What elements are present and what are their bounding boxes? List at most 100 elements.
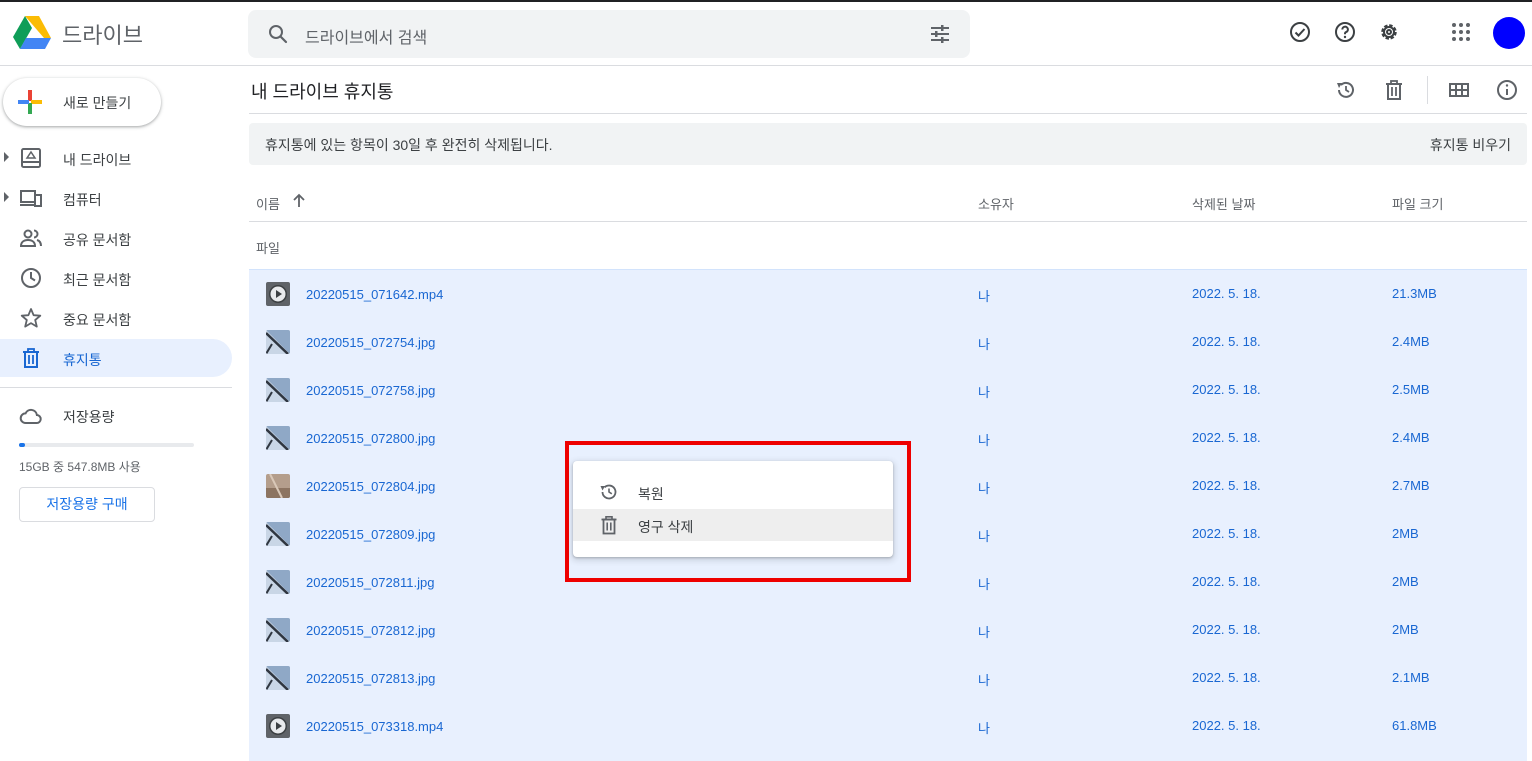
deleted-date-cell: 2022. 5. 18. <box>1192 334 1261 349</box>
account-avatar[interactable] <box>1493 17 1525 49</box>
sidebar-item-starred[interactable]: 중요 문서함 <box>0 299 232 337</box>
file-size-cell: 2MB <box>1392 622 1419 637</box>
column-header-deleted-date[interactable]: 삭제된 날짜 <box>1192 194 1255 213</box>
restore-history-icon[interactable] <box>1335 79 1357 101</box>
settings-gear-icon[interactable] <box>1377 20 1401 44</box>
delete-forever-icon[interactable] <box>1383 79 1405 101</box>
sidebar-item-label: 컴퓨터 <box>63 192 102 208</box>
storage-label[interactable]: 저장용량 <box>63 407 115 427</box>
table-row[interactable]: 20220515_072812.jpg 나 2022. 5. 18. 2MB <box>249 606 1527 654</box>
file-name: 20220515_072813.jpg <box>306 671 436 686</box>
info-icon[interactable] <box>1496 79 1518 101</box>
image-thumbnail-icon[interactable] <box>266 426 290 450</box>
deleted-date-cell: 2022. 5. 18. <box>1192 622 1261 637</box>
deleted-date-cell: 2022. 5. 18. <box>1192 382 1261 397</box>
sidebar-item-recent[interactable]: 최근 문서함 <box>0 259 232 297</box>
video-thumbnail-icon[interactable] <box>266 714 290 738</box>
buy-storage-button[interactable]: 저장용량 구매 <box>19 487 155 522</box>
sidebar-item-shared[interactable]: 공유 문서함 <box>0 219 232 257</box>
app-brand[interactable]: 드라이브 <box>62 18 143 50</box>
expand-arrow-icon[interactable] <box>4 192 9 202</box>
video-thumbnail-icon[interactable] <box>266 282 290 306</box>
owner-cell: 나 <box>978 721 990 736</box>
deleted-date-cell: 2022. 5. 18. <box>1192 286 1261 301</box>
top-bar: 드라이브 드라이브에서 검색 <box>0 2 1532 66</box>
table-row[interactable]: 20220515_072754.jpg 나 2022. 5. 18. 2.4MB <box>249 318 1527 366</box>
image-thumbnail-icon[interactable] <box>266 330 290 354</box>
file-size-cell: 2.4MB <box>1392 334 1430 349</box>
owner-cell: 나 <box>978 481 990 496</box>
sort-ascending-arrow-icon[interactable] <box>290 192 308 210</box>
file-size-cell: 2MB <box>1392 574 1419 589</box>
file-size-cell: 2MB <box>1392 526 1419 541</box>
image-thumbnail-icon[interactable] <box>266 522 290 546</box>
image-thumbnail-icon[interactable] <box>266 618 290 642</box>
apps-grid-icon[interactable] <box>1449 20 1473 44</box>
storage-usage-text: 15GB 중 547.8MB 사용 <box>19 460 141 474</box>
file-name: 20220515_072812.jpg <box>306 623 436 638</box>
section-label-files: 파일 <box>256 241 280 256</box>
column-header-owner[interactable]: 소유자 <box>978 194 1014 213</box>
sidebar-item-label: 중요 문서함 <box>63 312 132 328</box>
new-button[interactable]: 새로 만들기 <box>3 78 161 126</box>
owner-cell: 나 <box>978 673 990 688</box>
sidebar-item-computers[interactable]: 컴퓨터 <box>0 179 232 217</box>
deleted-date-cell: 2022. 5. 18. <box>1192 430 1261 445</box>
sidebar-item-trash[interactable]: 휴지통 <box>0 339 232 377</box>
page-title: 내 드라이브 휴지통 <box>251 82 394 102</box>
new-button-label: 새로 만들기 <box>63 95 132 111</box>
context-menu: 복원 영구 삭제 <box>573 461 893 557</box>
search-options-icon[interactable] <box>928 22 952 46</box>
file-name: 20220515_073318.mp4 <box>306 719 444 734</box>
owner-cell: 나 <box>978 337 990 352</box>
file-size-cell: 2.5MB <box>1392 382 1430 397</box>
context-menu-label: 영구 삭제 <box>638 519 694 535</box>
trash-info-banner: 휴지통에 있는 항목이 30일 후 완전히 삭제됩니다. 휴지통 비우기 <box>249 123 1527 165</box>
clock-icon <box>21 268 41 288</box>
table-row[interactable]: 20220515_072813.jpg 나 2022. 5. 18. 2.1MB <box>249 654 1527 702</box>
toolbar-separator <box>1427 76 1428 104</box>
search-icon[interactable] <box>266 22 290 46</box>
context-menu-delete-forever[interactable]: 영구 삭제 <box>573 509 893 541</box>
sidebar-item-label: 내 드라이브 <box>63 152 132 168</box>
file-name: 20220515_072811.jpg <box>306 575 435 590</box>
search-bar[interactable]: 드라이브에서 검색 <box>248 10 970 58</box>
file-size-cell: 2.7MB <box>1392 478 1430 493</box>
column-header-name[interactable]: 이름 <box>256 194 280 213</box>
sidebar-item-my-drive[interactable]: 내 드라이브 <box>0 139 232 177</box>
deleted-date-cell: 2022. 5. 18. <box>1192 574 1261 589</box>
grid-view-icon[interactable] <box>1448 79 1470 101</box>
column-header-file-size[interactable]: 파일 크기 <box>1392 194 1443 213</box>
ready-for-offline-icon[interactable] <box>1288 20 1312 44</box>
owner-cell: 나 <box>978 577 990 592</box>
deleted-date-cell: 2022. 5. 18. <box>1192 478 1261 493</box>
file-name: 20220515_072758.jpg <box>306 383 436 398</box>
restore-icon <box>600 484 617 500</box>
image-thumbnail-icon[interactable] <box>266 378 290 402</box>
storage-progress-fill <box>19 443 26 447</box>
plus-icon <box>18 90 42 114</box>
trash-icon <box>601 515 617 535</box>
table-row[interactable]: 20220515_072758.jpg 나 2022. 5. 18. 2.5MB <box>249 366 1527 414</box>
sidebar-item-label: 휴지통 <box>63 352 102 368</box>
file-name: 20220515_071642.mp4 <box>306 287 444 302</box>
owner-cell: 나 <box>978 289 990 304</box>
banner-message: 휴지통에 있는 항목이 30일 후 완전히 삭제됩니다. <box>265 137 553 153</box>
table-row[interactable]: 20220515_071642.mp4 나 2022. 5. 18. 21.3MB <box>249 270 1527 318</box>
sidebar-item-label: 공유 문서함 <box>63 232 132 248</box>
trash-icon <box>23 348 39 368</box>
image-thumbnail-icon[interactable] <box>266 474 290 498</box>
expand-arrow-icon[interactable] <box>4 152 9 162</box>
context-menu-restore[interactable]: 복원 <box>573 476 893 508</box>
header-divider <box>249 221 1527 222</box>
file-name: 20220515_072804.jpg <box>306 479 436 494</box>
my-drive-icon <box>21 148 41 168</box>
drive-logo-icon[interactable] <box>12 14 52 50</box>
help-icon[interactable] <box>1333 20 1357 44</box>
file-size-cell: 2.4MB <box>1392 430 1430 445</box>
image-thumbnail-icon[interactable] <box>266 666 290 690</box>
image-thumbnail-icon[interactable] <box>266 570 290 594</box>
table-row[interactable]: 20220515_073318.mp4 나 2022. 5. 18. 61.8MB <box>249 702 1527 750</box>
search-placeholder[interactable]: 드라이브에서 검색 <box>305 24 427 48</box>
empty-trash-button[interactable]: 휴지통 비우기 <box>1430 135 1511 155</box>
